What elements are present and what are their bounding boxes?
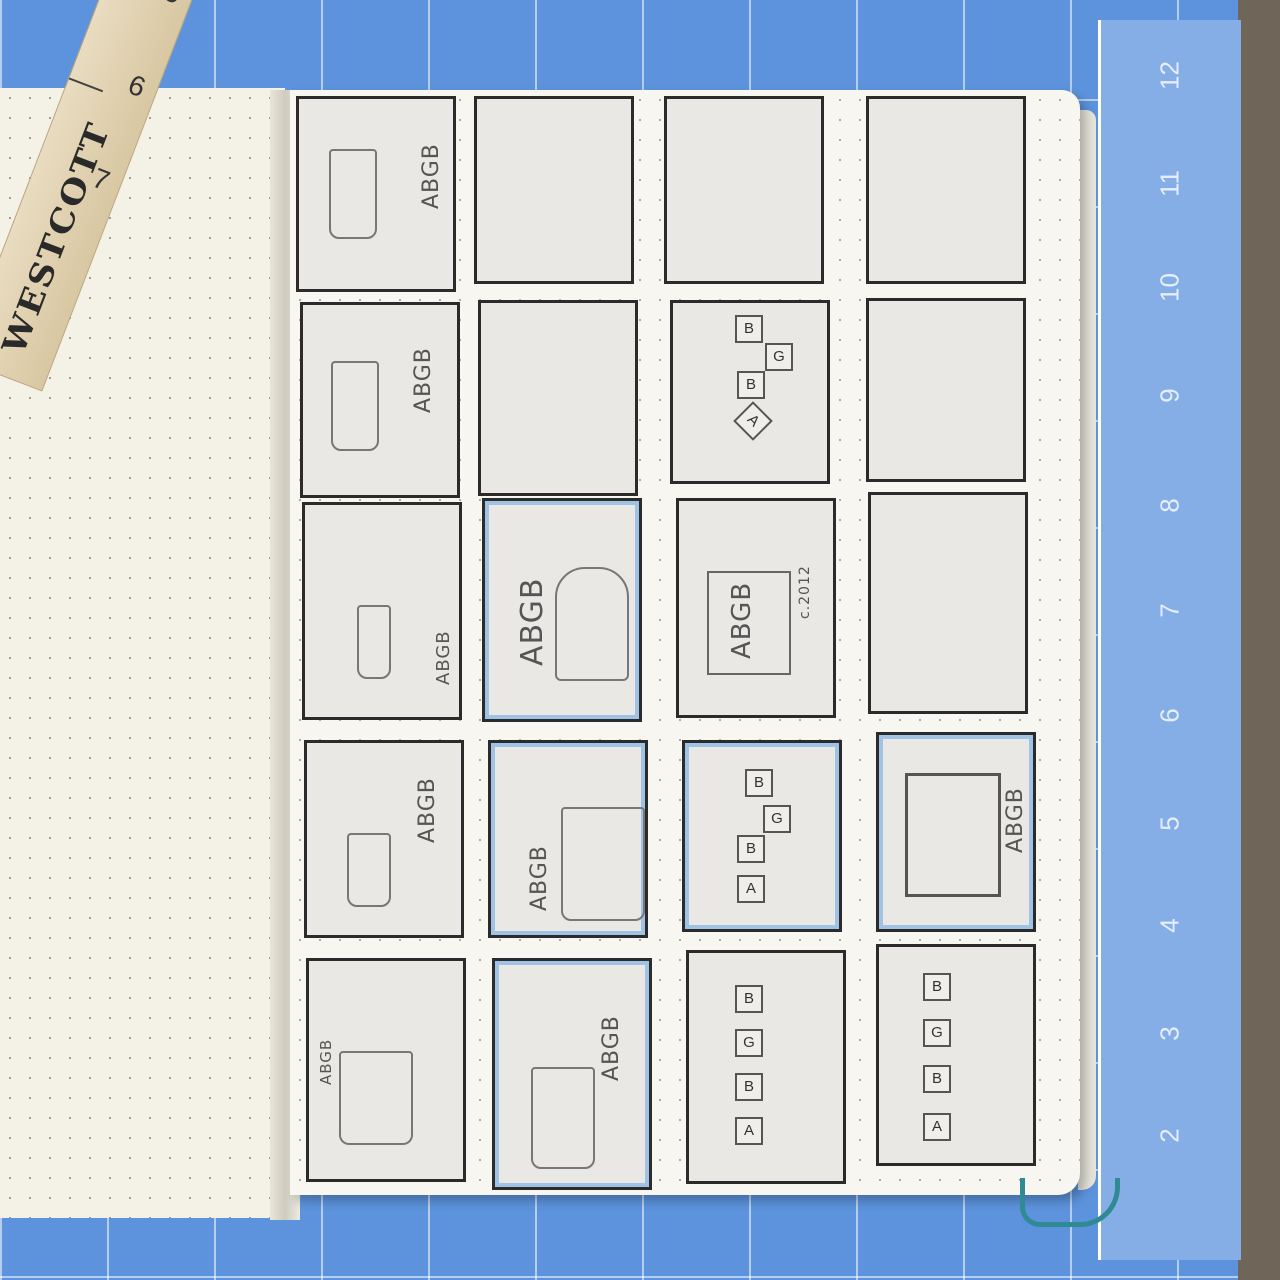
bucket-drawing [555,567,629,681]
thumbnail-sketch: A B G B [682,740,842,932]
ruler-tick [68,77,104,93]
sketch-label: ABGB [433,630,454,685]
sketch-label: ABGB [317,1038,335,1085]
thumbnail-blank [868,492,1028,714]
thumbnail-sketch: ABGB [492,958,652,1190]
thumbnail-sketch: A B G B [686,950,846,1184]
glass-drawing [357,605,391,679]
thumbnail-sketch: ABGB [306,958,466,1182]
thumbnail-sketch: ABGB [296,96,456,292]
letter-block: G [923,1019,951,1047]
glass-drawing [329,149,377,239]
thumbnail-sketch: ABGB [302,502,462,720]
thumbnail-sketch: ABGB c.2012 [676,498,836,718]
mat-number: 8 [1154,498,1185,513]
mat-number: 4 [1154,918,1185,933]
framed-picture-drawing [905,773,1001,897]
thumbnail-blank [866,96,1026,284]
thumbnail-sketch: ABGB [482,498,642,722]
letter-block: G [735,1029,763,1057]
thumbnail-sketch: A B G B [670,300,830,484]
sketch-label: ABGB [411,347,436,413]
thumbnail-blank [478,300,638,496]
mat-number: 10 [1154,273,1185,302]
thumbnail-blank [664,96,824,284]
sketch-label: ABGB [515,577,550,666]
glass-drawing [331,361,379,451]
sketch-label: ABGB [727,581,757,659]
thumbnail-sketch: ABGB [300,302,460,498]
glass-drawing [339,1051,413,1145]
sketch-label: ABGB [527,845,552,911]
mat-number: 5 [1154,816,1185,831]
sketch-label: ABGB [599,1015,624,1081]
letter-block: G [765,343,793,371]
sketch-label: ABGB [419,143,444,209]
sketch-date-note: c.2012 [797,565,813,619]
mat-ruler-strip [1098,20,1241,1260]
glass-drawing [347,833,391,907]
notebook-page-edge [1078,110,1096,1190]
mat-number: 6 [1154,708,1185,723]
letter-block: A [737,875,765,903]
thumbnail-sketch: ABGB [304,740,464,938]
letter-block: A [733,401,773,441]
letter-block: B [737,371,765,399]
mat-number: 7 [1154,603,1185,618]
mat-number: 11 [1154,170,1185,197]
letter-block: B [735,1073,763,1101]
letter-block: B [745,769,773,797]
sketch-label: ABGB [1003,787,1028,853]
mat-number: 2 [1154,1128,1185,1143]
mat-number: 9 [1154,388,1185,403]
glass-drawing [531,1067,595,1169]
thumbnail-blank [474,96,634,284]
letter-block: B [923,973,951,1001]
table-edge [1238,0,1280,1280]
thumbnail-blank [866,298,1026,482]
letter-block: B [735,985,763,1013]
letter-block: B [923,1065,951,1093]
glass-drawing [561,807,645,921]
thumbnail-sketch: ABGB [876,732,1036,932]
thumbnail-sketch: ABGB [488,740,648,938]
letter-block: G [763,805,791,833]
mat-number: 12 [1154,61,1185,90]
letter-block: A [735,1117,763,1145]
ruler-number: 5 [160,0,186,11]
letter-block: B [737,835,765,863]
mat-number: 3 [1154,1026,1185,1041]
thumbnail-sketch: A B G B [876,944,1036,1166]
letter-block: A [923,1113,951,1141]
sketch-label: ABGB [415,777,440,843]
letter-block: B [735,315,763,343]
ruler-number: 6 [124,68,150,104]
